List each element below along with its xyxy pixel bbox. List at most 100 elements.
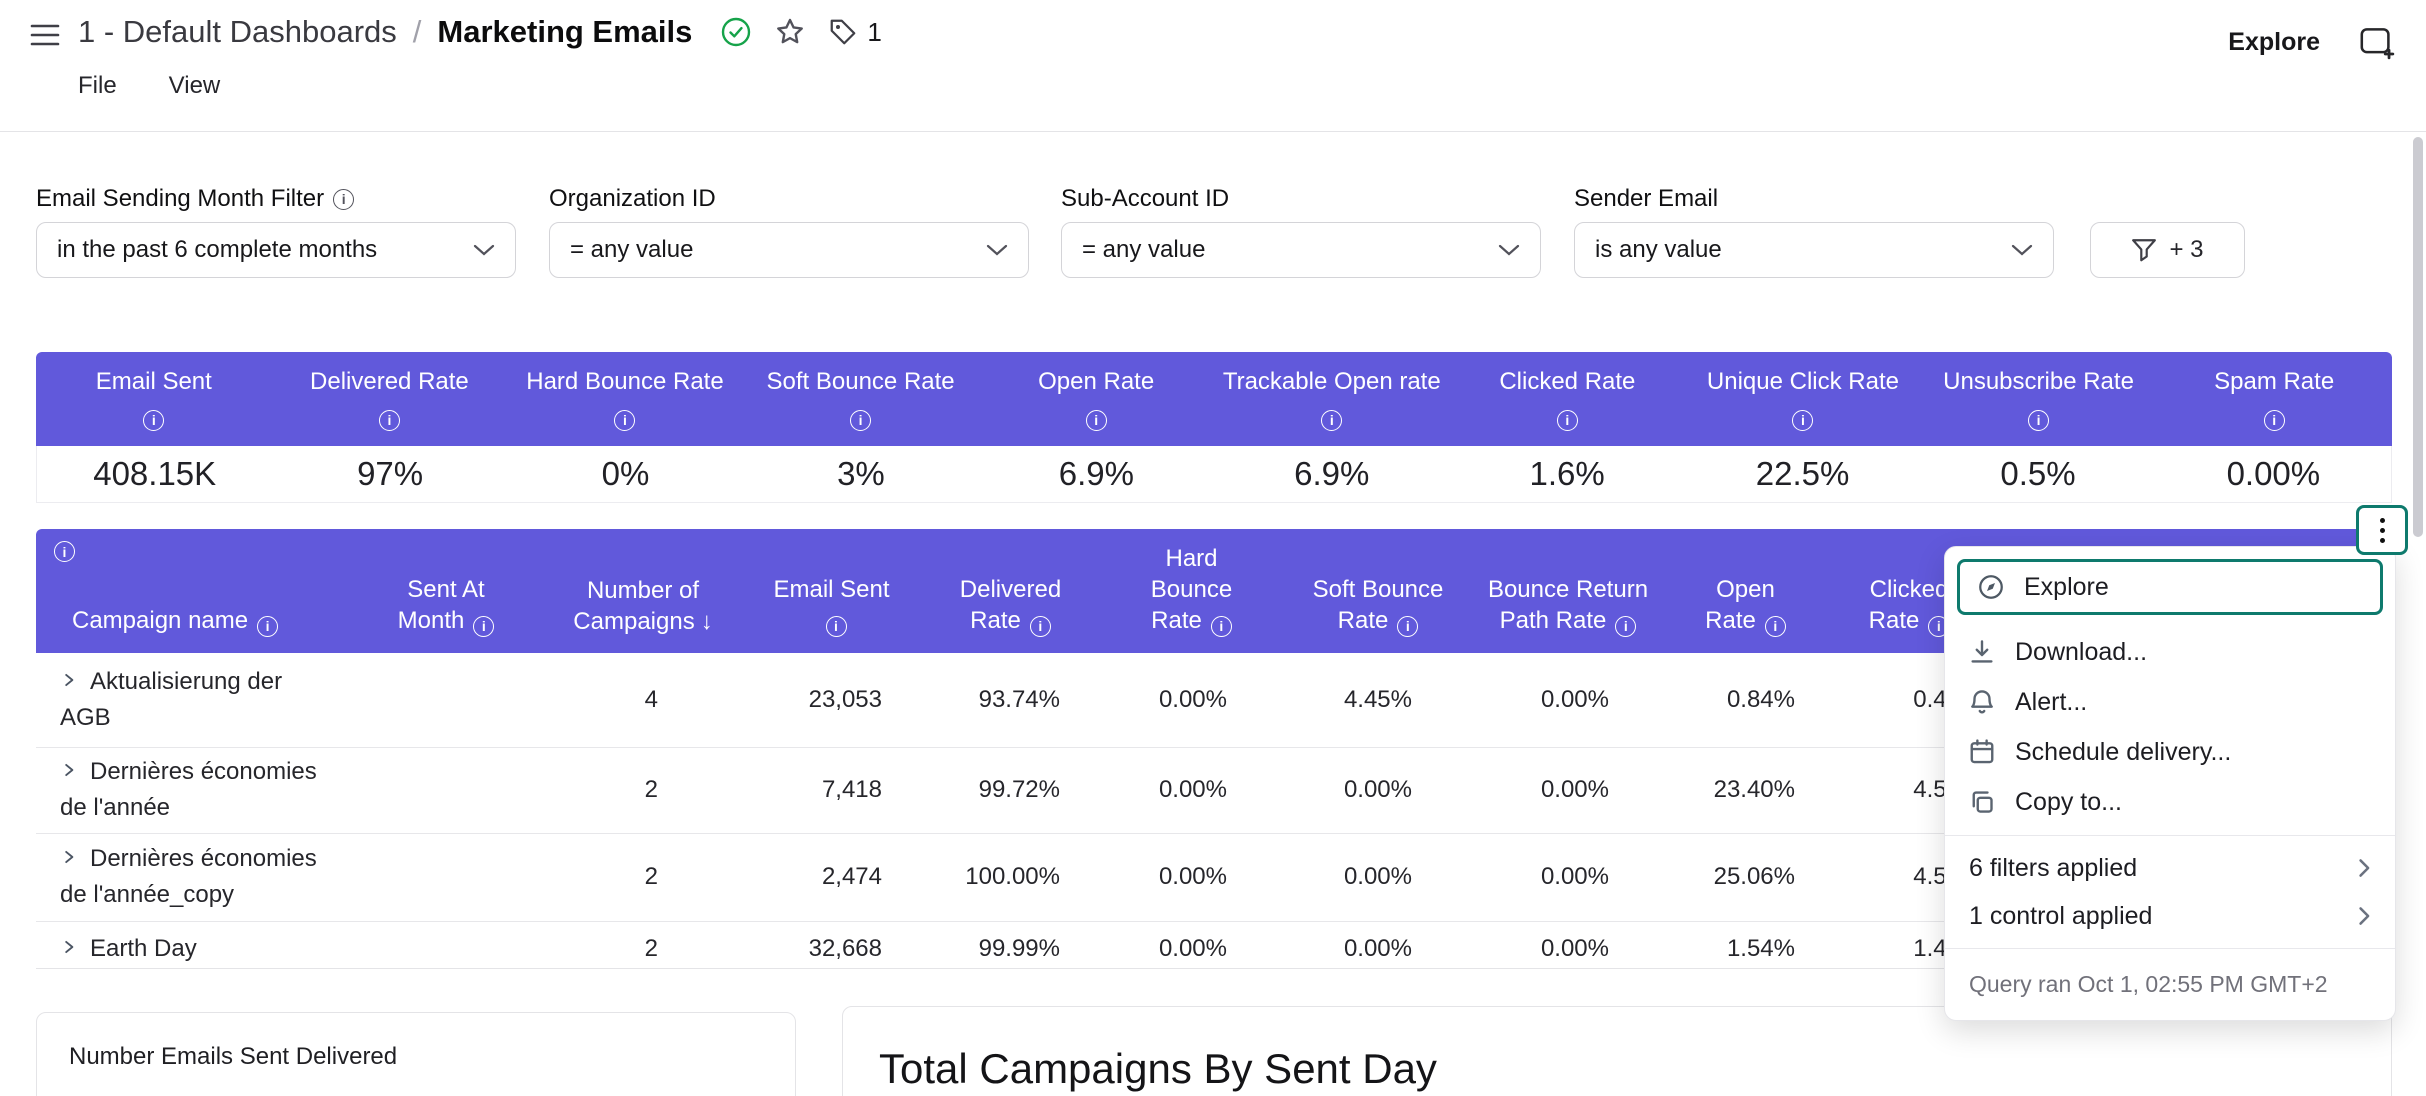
row-expand-icon[interactable]	[60, 848, 80, 866]
filter-email-sending-month: Email Sending Month Filter in the past 6…	[36, 170, 516, 278]
menu-view[interactable]: View	[169, 72, 221, 100]
filter-value: in the past 6 complete months	[57, 236, 377, 264]
info-icon	[257, 616, 278, 637]
info-icon	[1557, 410, 1578, 431]
cell: 0.00%	[1473, 921, 1663, 969]
column-header-delivered-rate[interactable]: Delivered Rate	[921, 529, 1100, 653]
kpi-value: 0.5%	[1920, 446, 2155, 502]
row-expand-icon[interactable]	[60, 938, 80, 956]
cell: 99.99%	[921, 921, 1100, 969]
info-icon	[2264, 410, 2285, 431]
top-bar: 1 - Default Dashboards / Marketing Email…	[0, 0, 2426, 131]
chevron-down-icon	[1498, 244, 1520, 256]
cell: 2	[544, 833, 742, 921]
column-header-sent-at-month[interactable]: Sent At Month	[348, 529, 544, 653]
cell	[348, 833, 544, 921]
info-icon	[850, 410, 871, 431]
check-circle-icon[interactable]	[720, 16, 752, 48]
menu-item-schedule-delivery[interactable]: Schedule delivery...	[1945, 727, 2395, 777]
cell	[348, 921, 544, 969]
chevron-down-icon	[2011, 244, 2033, 256]
menu-item-download[interactable]: Download...	[1945, 627, 2395, 677]
tags-group[interactable]: 1	[828, 17, 881, 48]
menu-item-copy-to[interactable]: Copy to...	[1945, 777, 2395, 827]
breadcrumb: 1 - Default Dashboards / Marketing Email…	[78, 14, 882, 50]
row-expand-icon[interactable]	[60, 761, 80, 779]
more-filters-button[interactable]: + 3	[2090, 222, 2245, 278]
menu-divider	[1945, 835, 2395, 836]
campaign-name: Dernières économies de l'année	[60, 758, 317, 821]
campaign-name: Earth Day	[90, 935, 197, 962]
kpi-column: Open Rate	[978, 352, 1214, 446]
cell: 0.00%	[1283, 921, 1473, 969]
menu-bar: File View	[78, 72, 220, 100]
kpi-header-row: Email Sent Delivered Rate Hard Bounce Ra…	[36, 352, 2392, 446]
campaign-name: Aktualisierung der AGB	[60, 668, 282, 731]
top-right-actions: Explore	[2228, 24, 2396, 60]
menu-item-alert[interactable]: Alert...	[1945, 677, 2395, 727]
kpi-column: Unique Click Rate	[1685, 352, 1921, 446]
column-header-email-sent[interactable]: Email Sent	[742, 529, 921, 653]
column-header-soft-bounce-rate[interactable]: Soft Bounce Rate	[1283, 529, 1473, 653]
query-history-icon[interactable]	[2358, 24, 2396, 60]
info-icon	[1211, 616, 1232, 637]
explore-button[interactable]: Explore	[2228, 28, 2320, 57]
kpi-column: Trackable Open rate	[1214, 352, 1450, 446]
hamburger-menu-icon[interactable]	[30, 22, 60, 48]
kpi-tile: Email Sent Delivered Rate Hard Bounce Ra…	[36, 352, 2392, 503]
kpi-column: Spam Rate	[2156, 352, 2392, 446]
menu-file[interactable]: File	[78, 72, 117, 100]
kpi-column: Delivered Rate	[272, 352, 508, 446]
cell: 0.00%	[1473, 747, 1663, 833]
filter-dropdown-organization[interactable]: = any value	[549, 222, 1029, 278]
cell: 32,668	[742, 921, 921, 969]
star-icon[interactable]	[774, 16, 806, 48]
row-expand-icon[interactable]	[60, 671, 80, 689]
chevron-right-icon	[2357, 905, 2371, 927]
kpi-value: 0%	[508, 446, 743, 502]
cell: 2	[544, 747, 742, 833]
breadcrumb-root[interactable]: 1 - Default Dashboards	[78, 14, 397, 50]
menu-item-control-applied[interactable]: 1 control applied	[1945, 892, 2395, 940]
filter-dropdown-sub-account[interactable]: = any value	[1061, 222, 1541, 278]
cell: 4.45%	[1283, 653, 1473, 747]
cell: 25.06%	[1663, 833, 1828, 921]
cell: 0.00%	[1283, 747, 1473, 833]
menu-item-filters-applied[interactable]: 6 filters applied	[1945, 844, 2395, 892]
info-icon	[1792, 410, 1813, 431]
filter-bar: Email Sending Month Filter in the past 6…	[36, 170, 2392, 290]
column-header-open-rate[interactable]: Open Rate	[1663, 529, 1828, 653]
scrollbar-thumb[interactable]	[2413, 137, 2423, 537]
tile-kebab-menu-button[interactable]	[2356, 505, 2408, 555]
page-title: Marketing Emails	[437, 14, 692, 50]
title-actions: 1	[720, 16, 881, 48]
kebab-icon	[2380, 518, 2385, 543]
column-header-campaign-name[interactable]: Campaign name	[36, 529, 348, 653]
column-header-hard-bounce-rate[interactable]: Hard Bounce Rate	[1100, 529, 1283, 653]
filter-organization-id: Organization ID = any value	[549, 170, 1029, 278]
compass-icon	[1976, 572, 2006, 602]
more-filters-count: + 3	[2169, 236, 2203, 264]
cell: 2,474	[742, 833, 921, 921]
filter-value: = any value	[1082, 236, 1205, 264]
kpi-value: 408.15K	[37, 446, 272, 502]
copy-icon	[1967, 787, 1997, 817]
info-icon	[1321, 410, 1342, 431]
filter-label: Sub-Account ID	[1061, 185, 1229, 213]
cell: 0.00%	[1283, 833, 1473, 921]
kpi-value: 0.00%	[2156, 446, 2391, 502]
column-header-bounce-return-path-rate[interactable]: Bounce Return Path Rate	[1473, 529, 1663, 653]
cell: 4	[544, 653, 742, 747]
filter-value: = any value	[570, 236, 693, 264]
cell: 7,418	[742, 747, 921, 833]
info-icon	[1030, 616, 1051, 637]
filter-dropdown-month[interactable]: in the past 6 complete months	[36, 222, 516, 278]
header-divider	[0, 131, 2426, 132]
column-header-number-of-campaigns[interactable]: Number of Campaigns↓	[544, 529, 742, 653]
filter-dropdown-sender-email[interactable]: is any value	[1574, 222, 2054, 278]
kpi-value: 22.5%	[1685, 446, 1920, 502]
menu-item-explore[interactable]: Explore	[1957, 559, 2383, 615]
cell	[348, 747, 544, 833]
kpi-column: Unsubscribe Rate	[1921, 352, 2157, 446]
kpi-column: Clicked Rate	[1450, 352, 1686, 446]
